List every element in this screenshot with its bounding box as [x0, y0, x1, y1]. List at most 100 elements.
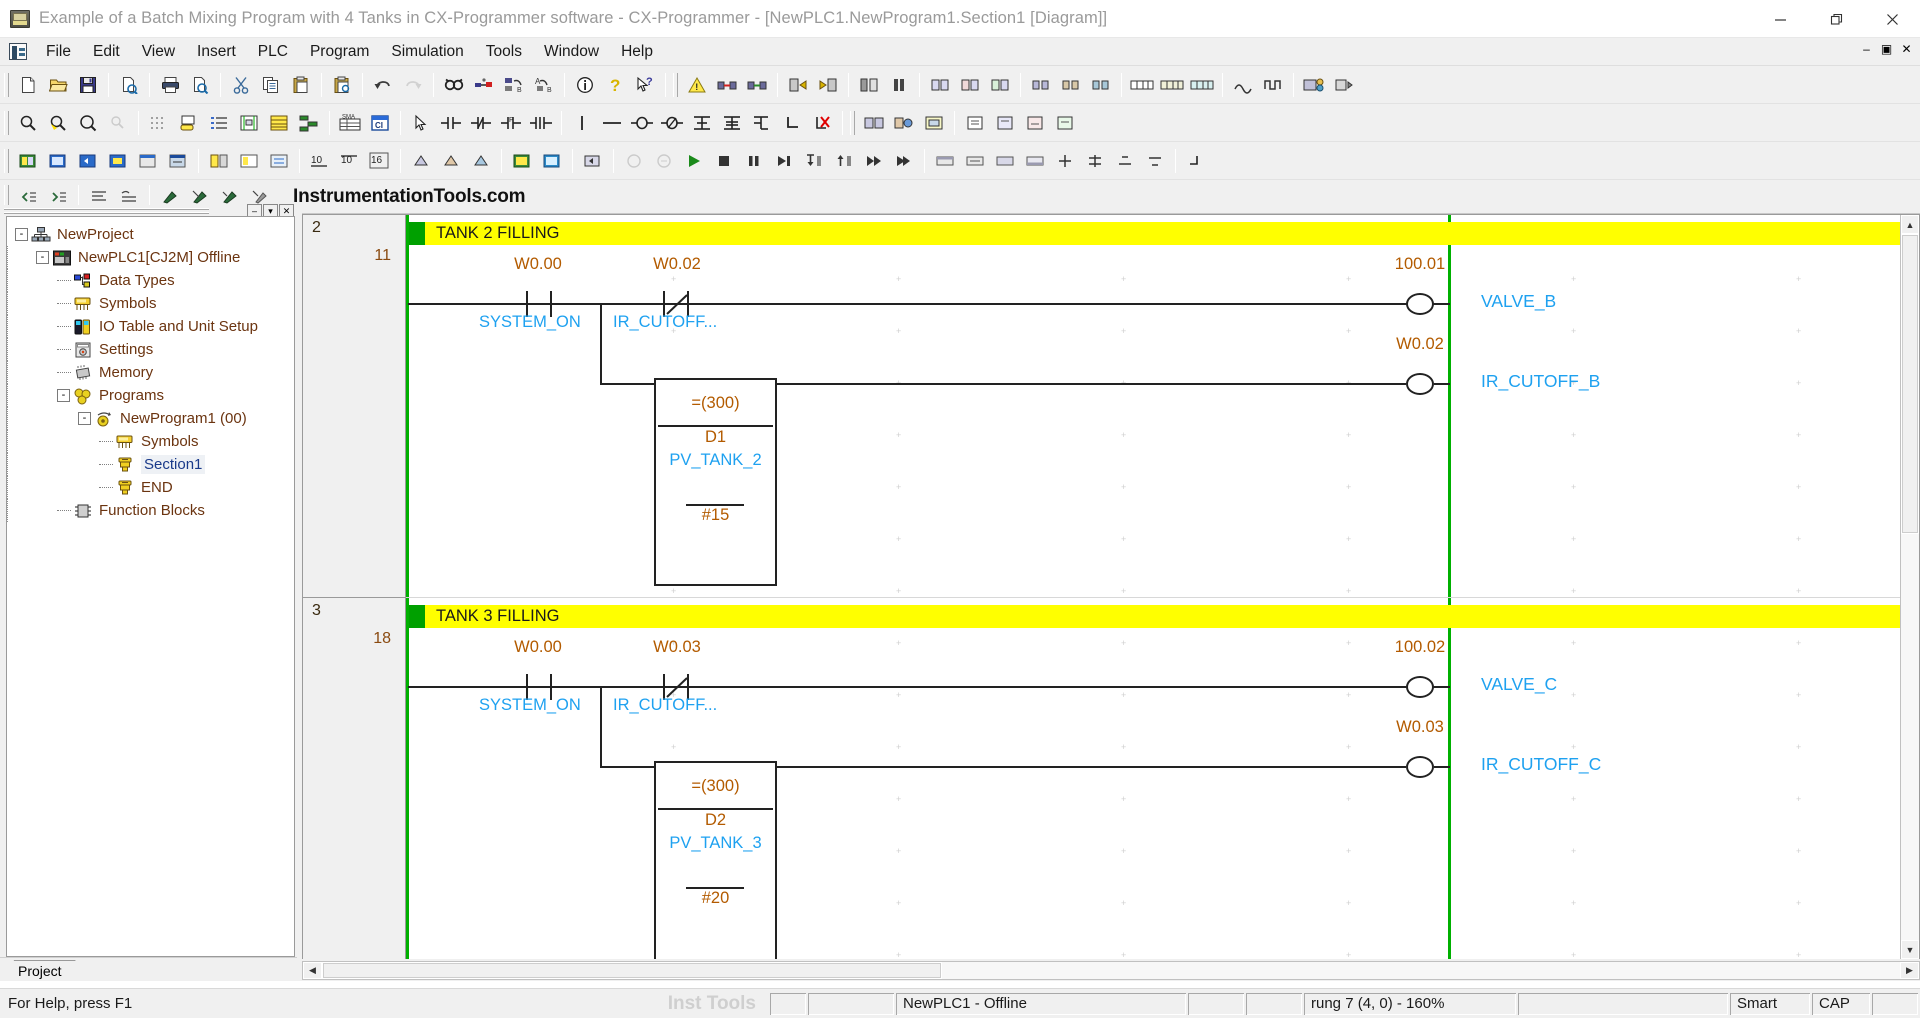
menu-window[interactable]: Window: [533, 40, 610, 64]
tree-item-settings[interactable]: Settings: [7, 338, 294, 361]
program-compare-2-icon[interactable]: [890, 109, 918, 137]
run-to-end-icon[interactable]: [890, 147, 918, 175]
vertical-scroll-thumb[interactable]: [1901, 234, 1919, 534]
menu-help[interactable]: Help: [610, 40, 664, 64]
mdi-close-button[interactable]: ✕: [1897, 41, 1916, 60]
restore-button[interactable]: [1808, 0, 1864, 38]
contact-up-icon[interactable]: P: [497, 109, 525, 137]
section-1-icon[interactable]: [205, 147, 233, 175]
contact-nc-icon[interactable]: [467, 109, 495, 137]
rung-comment-1-icon[interactable]: [961, 109, 989, 137]
program-5-icon[interactable]: [134, 147, 162, 175]
align-6-icon[interactable]: [1081, 147, 1109, 175]
open-folder-icon[interactable]: [44, 71, 72, 99]
output-coil[interactable]: [1406, 293, 1434, 315]
horizontal-scrollbar[interactable]: ◀ ▶: [302, 960, 1920, 980]
align-4-icon[interactable]: [1021, 147, 1049, 175]
new-file-icon[interactable]: [14, 71, 42, 99]
rung-comment-3-icon[interactable]: [1021, 109, 1049, 137]
tree-expander-toggle[interactable]: -: [15, 228, 28, 241]
run-mode-icon[interactable]: [855, 71, 883, 99]
redo-icon[interactable]: [399, 71, 427, 99]
tree-item-end[interactable]: END: [7, 476, 294, 499]
scroll-up-arrow[interactable]: ▲: [1901, 215, 1919, 234]
output-coil[interactable]: [1406, 756, 1434, 778]
coil-icon[interactable]: [628, 109, 656, 137]
copy-icon[interactable]: [257, 71, 285, 99]
menu-program[interactable]: Program: [299, 40, 380, 64]
menu-insert[interactable]: Insert: [186, 40, 247, 64]
tree-item-function-blocks[interactable]: Function Blocks: [7, 499, 294, 522]
rung-comment-2-icon[interactable]: [991, 109, 1019, 137]
align-2-icon[interactable]: [961, 147, 989, 175]
corner-icon[interactable]: [778, 109, 806, 137]
error-warning-icon[interactable]: !: [683, 71, 711, 99]
ladder-canvas[interactable]: + + + + + + + + + + + + + + + + + + + + + + + + + + + + + + + + + + + + + + + +…: [406, 215, 1900, 959]
program-compare-3-icon[interactable]: [920, 109, 948, 137]
vertical-scrollbar[interactable]: ▲ ▼: [1900, 215, 1919, 959]
clock-icon[interactable]: [1229, 71, 1257, 99]
toolbar-grip[interactable]: [673, 72, 678, 97]
up-3-icon[interactable]: [467, 147, 495, 175]
tree-item-data-types[interactable]: Data Types: [7, 269, 294, 292]
pause-icon[interactable]: [885, 71, 913, 99]
toolbar-grip[interactable]: [4, 148, 9, 173]
step-2-icon[interactable]: [620, 147, 648, 175]
menu-plc[interactable]: PLC: [247, 40, 299, 64]
address-ref-icon[interactable]: [235, 109, 263, 137]
contact-down-icon[interactable]: [527, 109, 555, 137]
find-icon[interactable]: [440, 71, 468, 99]
grid-icon[interactable]: [145, 109, 173, 137]
zoom-highlight-icon[interactable]: [44, 109, 72, 137]
horizontal-line-icon[interactable]: [598, 109, 626, 137]
program-1-icon[interactable]: [14, 147, 42, 175]
scroll-left-arrow[interactable]: ◀: [303, 961, 322, 979]
tree-item-symbols[interactable]: Symbols: [7, 292, 294, 315]
monitor-1-icon[interactable]: [926, 71, 954, 99]
panel-grip[interactable]: [4, 207, 210, 214]
align-8-icon[interactable]: [1141, 147, 1169, 175]
vertical-scroll-track[interactable]: [1901, 534, 1919, 940]
output-coil[interactable]: [1406, 676, 1434, 698]
delete-icon[interactable]: [808, 109, 836, 137]
print-preview-icon[interactable]: [186, 71, 214, 99]
step-out-icon[interactable]: [830, 147, 858, 175]
tree-item-newprogram1-00[interactable]: - NewProgram1 (00): [7, 407, 294, 430]
symbol-table-icon[interactable]: [265, 109, 293, 137]
zoom-icon[interactable]: [14, 109, 42, 137]
minimize-button[interactable]: [1752, 0, 1808, 38]
program-3-icon[interactable]: [74, 147, 102, 175]
memory-1-icon[interactable]: [1128, 71, 1156, 99]
print-icon[interactable]: [156, 71, 184, 99]
paste-icon[interactable]: [287, 71, 315, 99]
compare-icon[interactable]: B: [500, 71, 528, 99]
menu-file[interactable]: File: [35, 40, 82, 64]
paste-special-icon[interactable]: [328, 71, 356, 99]
monitor-2-icon[interactable]: [956, 71, 984, 99]
rung-comment-4-icon[interactable]: [1051, 109, 1079, 137]
rung-gutter-cell[interactable]: 2 11: [303, 215, 405, 598]
scroll-right-arrow[interactable]: ▶: [1900, 961, 1919, 979]
mdi-restore-button[interactable]: ▣: [1877, 41, 1896, 60]
differentiate-down-icon[interactable]: [1057, 71, 1085, 99]
instruction-block-icon[interactable]: [748, 109, 776, 137]
zoom-out-icon[interactable]: [74, 109, 102, 137]
coil-negated-icon[interactable]: [658, 109, 686, 137]
differentiate-up-icon[interactable]: [1027, 71, 1055, 99]
properties-icon[interactable]: [571, 71, 599, 99]
memory-2-icon[interactable]: [1158, 71, 1186, 99]
align-5-icon[interactable]: [1051, 147, 1079, 175]
monitor-3-icon[interactable]: [986, 71, 1014, 99]
vertical-line-icon[interactable]: [568, 109, 596, 137]
cross-reference-icon[interactable]: AB: [530, 71, 558, 99]
waveform-icon[interactable]: [1259, 71, 1287, 99]
tree-item-newplc1-cj2m-offline[interactable]: - NewPLC1[CJ2M] Offline: [7, 246, 294, 269]
context-help-icon[interactable]: ?: [631, 71, 659, 99]
menu-edit[interactable]: Edit: [82, 40, 131, 64]
stop-icon[interactable]: [710, 147, 738, 175]
decimal-10b-icon[interactable]: 10: [336, 147, 364, 175]
pause2-icon[interactable]: [740, 147, 768, 175]
rung-gutter-cell[interactable]: 3 18: [303, 598, 405, 959]
decimal-10-icon[interactable]: 10: [306, 147, 334, 175]
corner2-icon[interactable]: [1182, 147, 1210, 175]
